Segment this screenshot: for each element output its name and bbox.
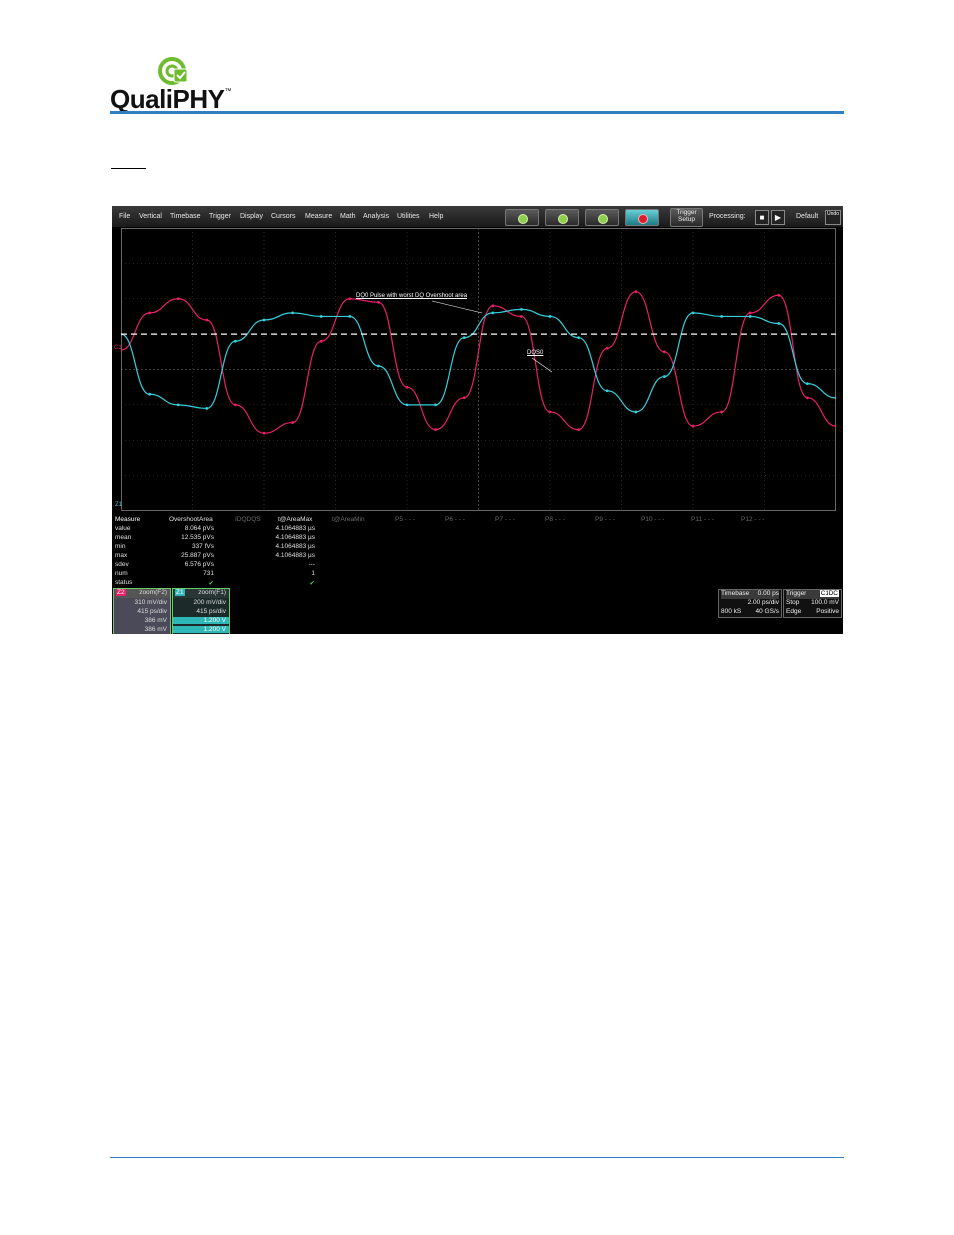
- zoom-f2-vdiv: 310 mV/div: [134, 599, 167, 606]
- zoom-f2-title: zoom(F2): [139, 589, 167, 596]
- measure-col-7[interactable]: P7 - - -: [495, 516, 515, 523]
- measure-col-1[interactable]: OvershootArea: [169, 516, 213, 523]
- zoom-f1-tdiv: 415 ps/div: [196, 608, 226, 615]
- trigger-slope: Positive: [816, 608, 839, 615]
- measure-row-value-1: ✔: [208, 580, 214, 587]
- dqs-leader: [531, 357, 553, 373]
- measure-row-label: num: [115, 570, 128, 577]
- measure-col-3[interactable]: t@AreaMax: [278, 516, 312, 523]
- timebase-label: Timebase: [721, 590, 750, 597]
- trigger-label: Trigger: [786, 590, 807, 597]
- underline-mark: [111, 168, 146, 169]
- zoom-f1-descriptor[interactable]: Z1 zoom(F1) 200 mV/div 415 ps/div 1.200 …: [172, 588, 230, 634]
- measure-row-value-3: 4.1064883 µs: [275, 552, 315, 559]
- measure-col-9[interactable]: P9 - - -: [595, 516, 615, 523]
- trigger-level: 100.0 mV: [811, 599, 839, 606]
- measure-col-5[interactable]: P5 - - -: [395, 516, 415, 523]
- timebase-rate: 40 GS/s: [755, 608, 779, 615]
- measure-col-8[interactable]: P8 - - -: [545, 516, 565, 523]
- footer-rule: [110, 1157, 844, 1158]
- header-rule: [110, 111, 844, 114]
- measure-row-value-3: 1: [311, 570, 315, 577]
- zoom-f1-value-1: 1.200 V: [173, 617, 229, 624]
- measure-row-value-3: 4.1064883 µs: [275, 525, 315, 532]
- timebase-header: Timebase 0.00 ps: [721, 590, 779, 599]
- annotation-leaders: [431, 300, 553, 373]
- measure-row-value-1: 25.887 pVs: [181, 552, 214, 559]
- measure-row-value-3: ✔: [309, 580, 315, 587]
- timebase-value: 0.00 ps: [757, 590, 779, 597]
- zoom-f2-value-1: 386 mV: [144, 617, 167, 624]
- measure-row-label: sdev: [115, 561, 129, 568]
- trigger-type: Edge: [786, 608, 802, 615]
- measure-row-value-3: ---: [308, 561, 316, 568]
- measure-col-10[interactable]: P10 - - -: [641, 516, 664, 523]
- measure-row-value-1: 337 fVs: [191, 543, 214, 550]
- zoom-f2-tdiv: 415 ps/div: [137, 608, 167, 615]
- trigger-mode: Stop: [786, 599, 800, 606]
- measure-row-label: mean: [115, 534, 132, 541]
- trigger-descriptor[interactable]: Trigger C1 DC Stop 100.0 mV Edge Positiv…: [783, 589, 842, 618]
- zoom-f1-title-bar: Z1 zoom(F1): [173, 589, 229, 598]
- overshoot-leader: [431, 300, 483, 314]
- measure-col-4[interactable]: t@AreaMin: [332, 516, 365, 523]
- measure-header[interactable]: Measure: [115, 516, 140, 523]
- measure-row-label: value: [115, 525, 131, 532]
- oscilloscope-screenshot: File Vertical Timebase Trigger Display C…: [112, 206, 843, 634]
- measure-row-value-1: 8.064 pVs: [184, 525, 214, 532]
- measure-row-label: min: [115, 543, 126, 550]
- zoom-f1-title: zoom(F1): [198, 589, 226, 596]
- measure-row-value-3: 4.1064883 µs: [275, 543, 315, 550]
- zoom-f1-vdiv: 200 mV/div: [193, 599, 226, 606]
- zoom-f1-tag: Z1: [175, 589, 185, 596]
- timebase-div: 2.00 ps/div: [747, 599, 779, 606]
- timebase-samples: 800 kS: [721, 608, 742, 615]
- measure-row-value-1: 6.576 pVs: [184, 561, 214, 568]
- timebase-descriptor[interactable]: Timebase 0.00 ps 2.00 ps/div 800 kS 40 G…: [718, 589, 782, 618]
- zoom-f2-descriptor[interactable]: Z2 zoom(F2) 310 mV/div 415 ps/div 386 mV…: [113, 588, 171, 634]
- zoom-f2-value-2: 386 mV: [144, 626, 167, 633]
- measure-row-value-1: 12.535 pVs: [181, 534, 214, 541]
- zoom-f2-tag: Z2: [116, 589, 126, 596]
- trigger-header: Trigger C1 DC: [786, 590, 839, 599]
- measure-row-label: status: [115, 579, 133, 586]
- measure-row-label: max: [115, 552, 128, 559]
- measure-row-value-3: 4.1064883 µs: [275, 534, 315, 541]
- measure-col-6[interactable]: P6 - - -: [445, 516, 465, 523]
- measure-col-2[interactable]: IDQDQS: [235, 516, 261, 523]
- measure-col-11[interactable]: P11 - - -: [691, 516, 714, 523]
- measure-col-12[interactable]: P12 - - -: [741, 516, 764, 523]
- measure-row-value-1: 731: [203, 570, 214, 577]
- zoom-f2-title-bar: Z2 zoom(F2): [114, 589, 170, 598]
- trigger-coupling: DC: [827, 590, 839, 597]
- qualiphy-logo-mark: [158, 55, 190, 87]
- zoom-f1-value-2: 1.200 V: [173, 626, 229, 633]
